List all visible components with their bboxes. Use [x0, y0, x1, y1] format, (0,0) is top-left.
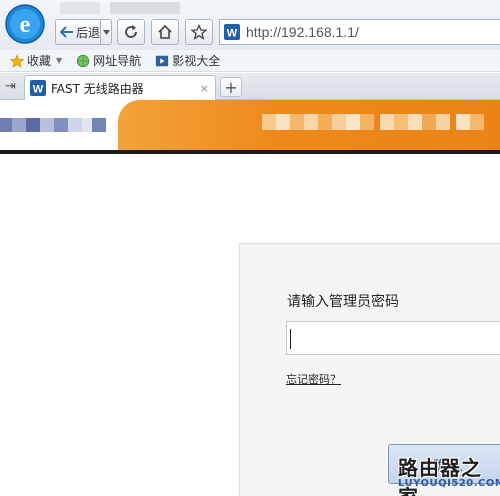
pixelated-logo [92, 118, 106, 132]
back-button[interactable]: 后退 [55, 19, 101, 45]
favorites-bar: 收藏 ▼ 网址导航 影视大全 [0, 50, 500, 72]
favorites-label: 收藏 [27, 54, 52, 68]
banner-divider [0, 150, 500, 154]
favorites-menu[interactable]: 收藏 ▼ [10, 52, 62, 69]
router-banner [0, 100, 500, 152]
refresh-button[interactable] [117, 19, 145, 45]
close-icon[interactable]: × [200, 82, 209, 95]
favorite-button[interactable] [185, 19, 213, 45]
pixelated-banner-text [332, 114, 346, 130]
address-url[interactable]: http://192.168.1.1/ [246, 24, 359, 40]
pixelated-logo [26, 118, 40, 132]
svg-text:W: W [227, 28, 238, 40]
pixelated-banner-text [436, 114, 450, 130]
favorite-link-nav[interactable]: 网址导航 [76, 52, 141, 69]
pixelated-logo [82, 118, 92, 132]
pixelated-banner-text [422, 114, 436, 130]
address-bar[interactable]: W http://192.168.1.1/ [219, 19, 500, 45]
watermark-title: 路由器之家 [398, 456, 482, 496]
pixelated-banner-text [470, 114, 484, 130]
pixelated-banner-text [290, 114, 304, 130]
home-icon [158, 24, 172, 39]
pixelated-banner-text [456, 114, 470, 130]
globe-icon [77, 54, 90, 67]
star-outline-icon [191, 24, 207, 40]
new-tab-button[interactable]: + [220, 77, 242, 97]
pixelated-banner-text [304, 114, 318, 130]
pixelated-logo [54, 118, 68, 132]
watermark-url: LUYOUQI520.COM [398, 478, 500, 489]
pixelated-banner-text [276, 114, 290, 130]
password-prompt: 请输入管理员密码 [287, 294, 399, 310]
tab-router[interactable]: W FAST 无线路由器 × [24, 75, 216, 100]
favorite-link-label: 影视大全 [172, 54, 221, 68]
password-input[interactable] [286, 321, 500, 355]
svg-text:W: W [33, 84, 44, 96]
browser-toolbar: e 后退 W http://192.168.1.1/ [0, 0, 500, 50]
forgot-password-link[interactable]: 忘记密码？ [286, 371, 341, 387]
svg-text:e: e [20, 12, 31, 38]
film-icon [156, 55, 169, 66]
pixelated-banner-text [408, 114, 422, 130]
chevron-down-icon: ▼ [56, 56, 63, 65]
tab-list-icon[interactable]: ⇥ [5, 79, 16, 94]
site-watermark: 路由器之家 LUYOUQI520.COM [398, 452, 500, 496]
back-history-dropdown[interactable] [100, 19, 112, 45]
blurred-title-area [60, 2, 100, 14]
pixelated-banner-text [360, 114, 374, 130]
pixelated-logo [12, 118, 26, 132]
text-caret [290, 329, 291, 349]
browser-logo-icon[interactable]: e [4, 3, 46, 45]
pixelated-logo [40, 118, 54, 132]
pixelated-logo [68, 118, 82, 132]
pixelated-banner-text [380, 114, 394, 130]
star-icon [10, 53, 24, 68]
pixelated-logo [0, 118, 12, 132]
pixelated-banner-text [394, 114, 408, 130]
favorite-link-label: 网址导航 [93, 54, 142, 68]
back-label: 后退 [76, 25, 101, 40]
site-favicon-icon: W [30, 80, 46, 96]
pixelated-banner-text [346, 114, 360, 130]
pixelated-banner-text [262, 114, 276, 130]
tab-bar: ⇥ W FAST 无线路由器 × + [0, 73, 500, 100]
home-button[interactable] [151, 19, 179, 45]
back-arrow-icon [60, 26, 73, 38]
site-favicon-icon: W [224, 24, 240, 40]
tab-title: FAST 无线路由器 [51, 81, 144, 96]
chevron-down-icon [102, 29, 110, 35]
favorite-link-video[interactable]: 影视大全 [155, 52, 220, 69]
pixelated-banner-text [318, 114, 332, 130]
refresh-icon [125, 25, 137, 38]
blurred-title-area [110, 2, 180, 14]
